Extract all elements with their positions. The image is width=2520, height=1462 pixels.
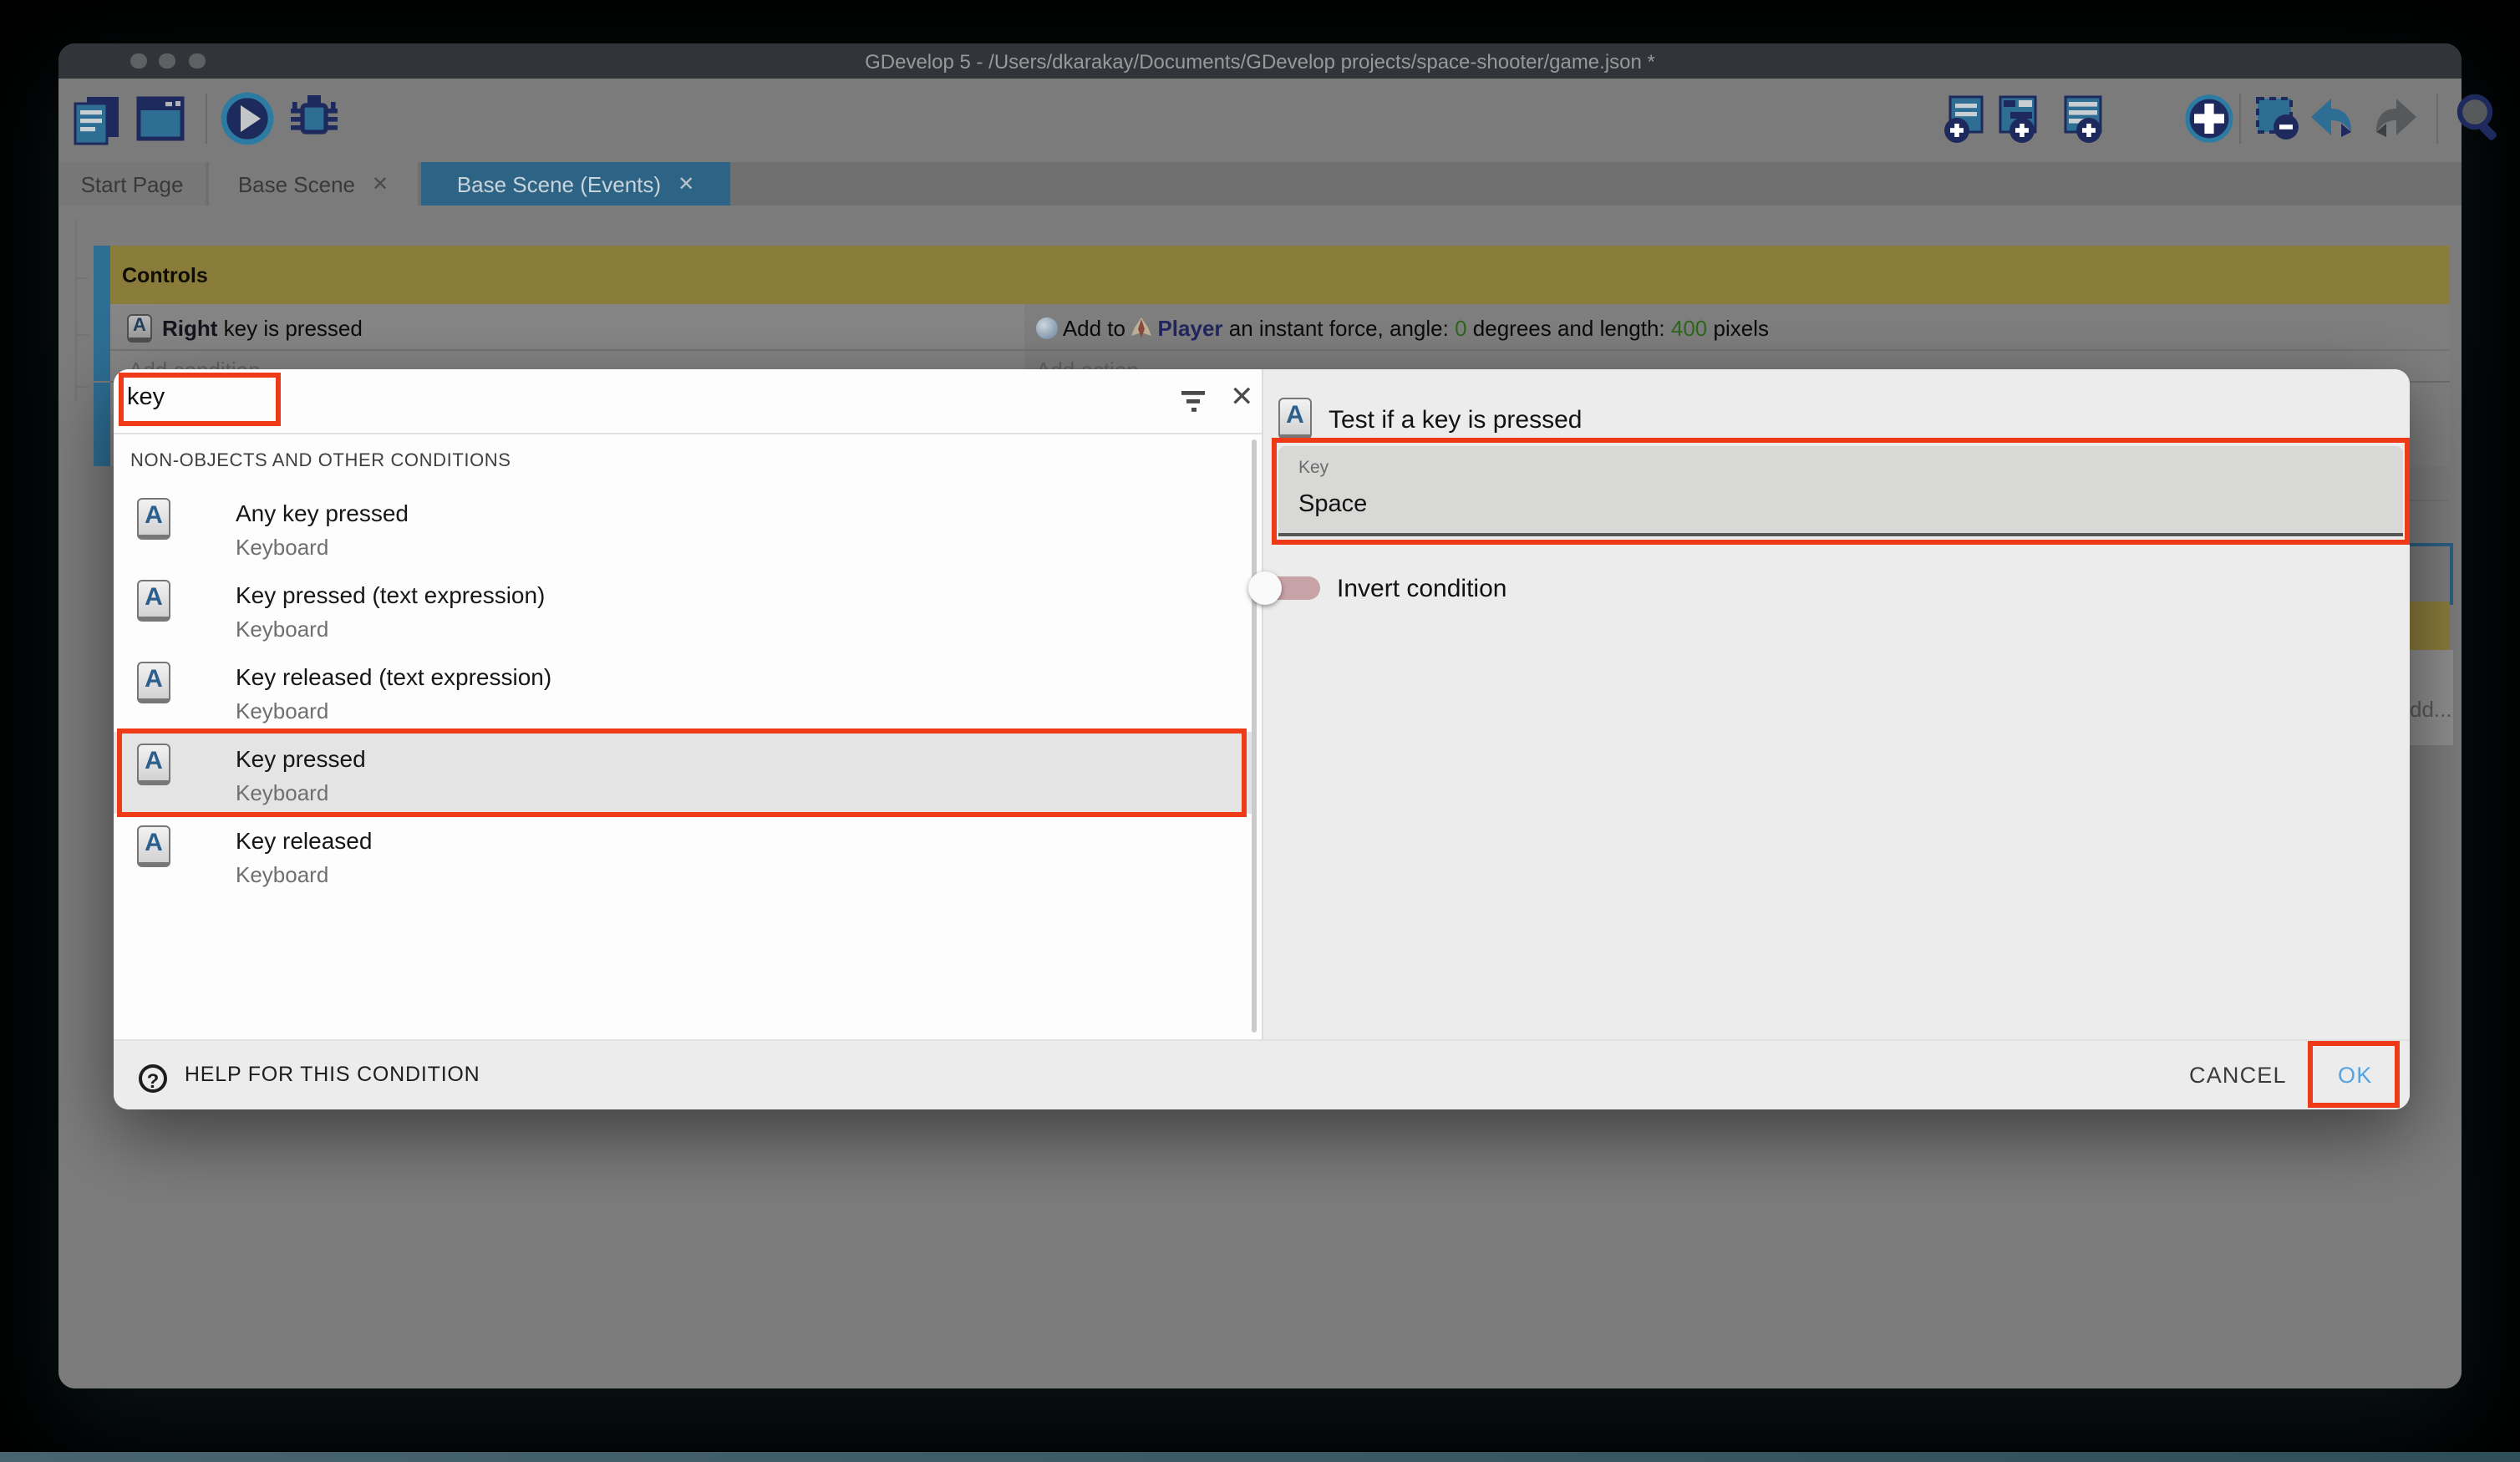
condition-title: Test if a key is pressed [1329,406,1582,434]
tab-base-scene-events[interactable]: Base Scene (Events) ✕ [421,162,730,206]
list-item-subtitle: Keyboard [236,617,328,642]
keyboard-key-icon: A [137,825,170,867]
debug-icon[interactable] [286,90,343,147]
event-drag-handle[interactable] [94,383,110,466]
close-tab-icon[interactable]: ✕ [372,172,389,195]
event-group-header[interactable]: Controls [110,246,2450,304]
action-suffix: pixels [1707,316,1769,341]
tab-label: Base Scene (Events) [457,171,661,196]
keyboard-key-icon: A [137,498,170,540]
add-something-icon[interactable] [2181,90,2238,147]
search-icon[interactable] [2451,90,2508,147]
search-input-wrap[interactable] [127,383,274,419]
search-input[interactable] [127,384,274,411]
project-manager-icon[interactable] [70,92,124,145]
key-field-label: Key [1298,458,1329,478]
keyboard-key-icon: A [137,662,170,703]
condition-param: Right [162,316,217,341]
list-item[interactable]: A Key released Keyboard [114,814,1257,896]
action-prefix: Add to [1063,316,1131,341]
list-item[interactable]: A Any key pressed Keyboard [114,486,1257,568]
keyboard-key-icon: A [1278,398,1312,439]
add-comment-icon[interactable] [2057,92,2111,145]
tab-label: Base Scene [238,171,355,196]
add-subevent-icon[interactable] [1992,92,2045,145]
screenshot-stage: GDevelop 5 - /Users/dkarakay/Documents/G… [0,0,2520,1462]
list-item-subtitle: Keyboard [236,862,328,887]
filter-icon[interactable] [1178,386,1208,416]
redo-icon[interactable] [2370,92,2423,145]
toolbar-separator [2239,94,2241,144]
condition-rest: key is pressed [217,316,362,341]
list-item-title: Key released (text expression) [236,663,551,690]
event-drag-handle[interactable] [94,246,110,304]
keyboard-key-icon: A [127,314,152,343]
remove-selection-icon[interactable] [2251,92,2304,145]
toolbar-separator [206,94,207,144]
close-dialog-icon[interactable]: ✕ [1230,381,1254,414]
tab-base-scene[interactable]: Base Scene ✕ [209,162,418,206]
titlebar: GDevelop 5 - /Users/dkarakay/Documents/G… [58,43,2462,79]
action-object: Player [1157,316,1222,341]
help-button[interactable]: ? HELP FOR THIS CONDITION [139,1059,480,1093]
condition-text[interactable]: Right key is pressed [162,316,363,341]
play-preview-icon[interactable] [219,90,276,147]
event-drag-handle[interactable] [94,304,110,381]
list-item[interactable]: A Key pressed (text expression) Keyboard [114,568,1257,650]
toolbar-separator [2436,94,2438,144]
action-text[interactable]: Add to Player an instant force, angle: 0… [1036,316,1769,341]
tab-start-page[interactable]: Start Page [58,162,206,206]
help-icon: ? [139,1064,167,1093]
footer-divider [114,1039,2410,1041]
window-title: GDevelop 5 - /Users/dkarakay/Documents/G… [58,50,2462,74]
force-hand-icon [1036,317,1058,339]
list-item-selected[interactable]: A Key pressed Keyboard [114,732,1257,814]
close-tab-icon[interactable]: ✕ [678,172,694,195]
player-ship-icon [1131,317,1151,339]
list-item-subtitle: Keyboard [236,780,328,805]
tab-bar: Start Page Base Scene ✕ Base Scene (Even… [58,162,2462,206]
list-item-title: Key pressed (text expression) [236,581,545,608]
list-item-title: Any key pressed [236,500,409,526]
action-mid: degrees and length: [1467,316,1671,341]
list-section-header: NON-OBJECTS AND OTHER CONDITIONS [130,451,511,471]
list-item-title: Key released [236,827,372,854]
scene-editor-icon[interactable] [134,92,187,145]
keyboard-key-icon: A [137,580,170,622]
help-label: HELP FOR THIS CONDITION [185,1063,480,1086]
cancel-button[interactable]: CANCEL [2189,1063,2287,1088]
group-title: Controls [122,263,208,287]
condition-editor-dialog: ✕ NON-OBJECTS AND OTHER CONDITIONS A Any… [114,369,2410,1109]
tree-guide-line [75,386,89,388]
key-field[interactable]: Key Space [1278,446,2403,536]
invert-condition-toggle-thumb[interactable] [1248,571,1282,605]
add-event-icon[interactable] [1940,92,1994,145]
tree-guide-line [75,219,77,403]
action-mid: an instant force, angle: [1223,316,1456,341]
list-item-subtitle: Keyboard [236,535,328,560]
ok-button[interactable]: OK [2338,1063,2372,1088]
undo-icon[interactable] [2304,92,2358,145]
list-item[interactable]: A Key released (text expression) Keyboar… [114,650,1257,732]
keyboard-key-icon: A [137,744,170,785]
action-length: 400 [1671,316,1707,341]
key-field-value: Space [1298,491,1367,518]
row-divider [110,349,2450,351]
desktop-edge-strip [0,1452,2520,1462]
peek-add-button-text[interactable]: dd... [2410,697,2452,722]
dialog-footer: ? HELP FOR THIS CONDITION CANCEL OK [114,1039,2410,1109]
list-item-subtitle: Keyboard [236,698,328,723]
tree-guide-line [75,334,89,336]
list-scrollbar[interactable] [1252,439,1257,1033]
invert-condition-label: Invert condition [1337,575,1506,603]
tree-guide-line [75,277,89,279]
action-angle: 0 [1455,316,1466,341]
toolbar [58,79,2462,162]
list-item-title: Key pressed [236,745,366,772]
tab-label: Start Page [81,171,184,196]
search-divider [114,433,1262,434]
